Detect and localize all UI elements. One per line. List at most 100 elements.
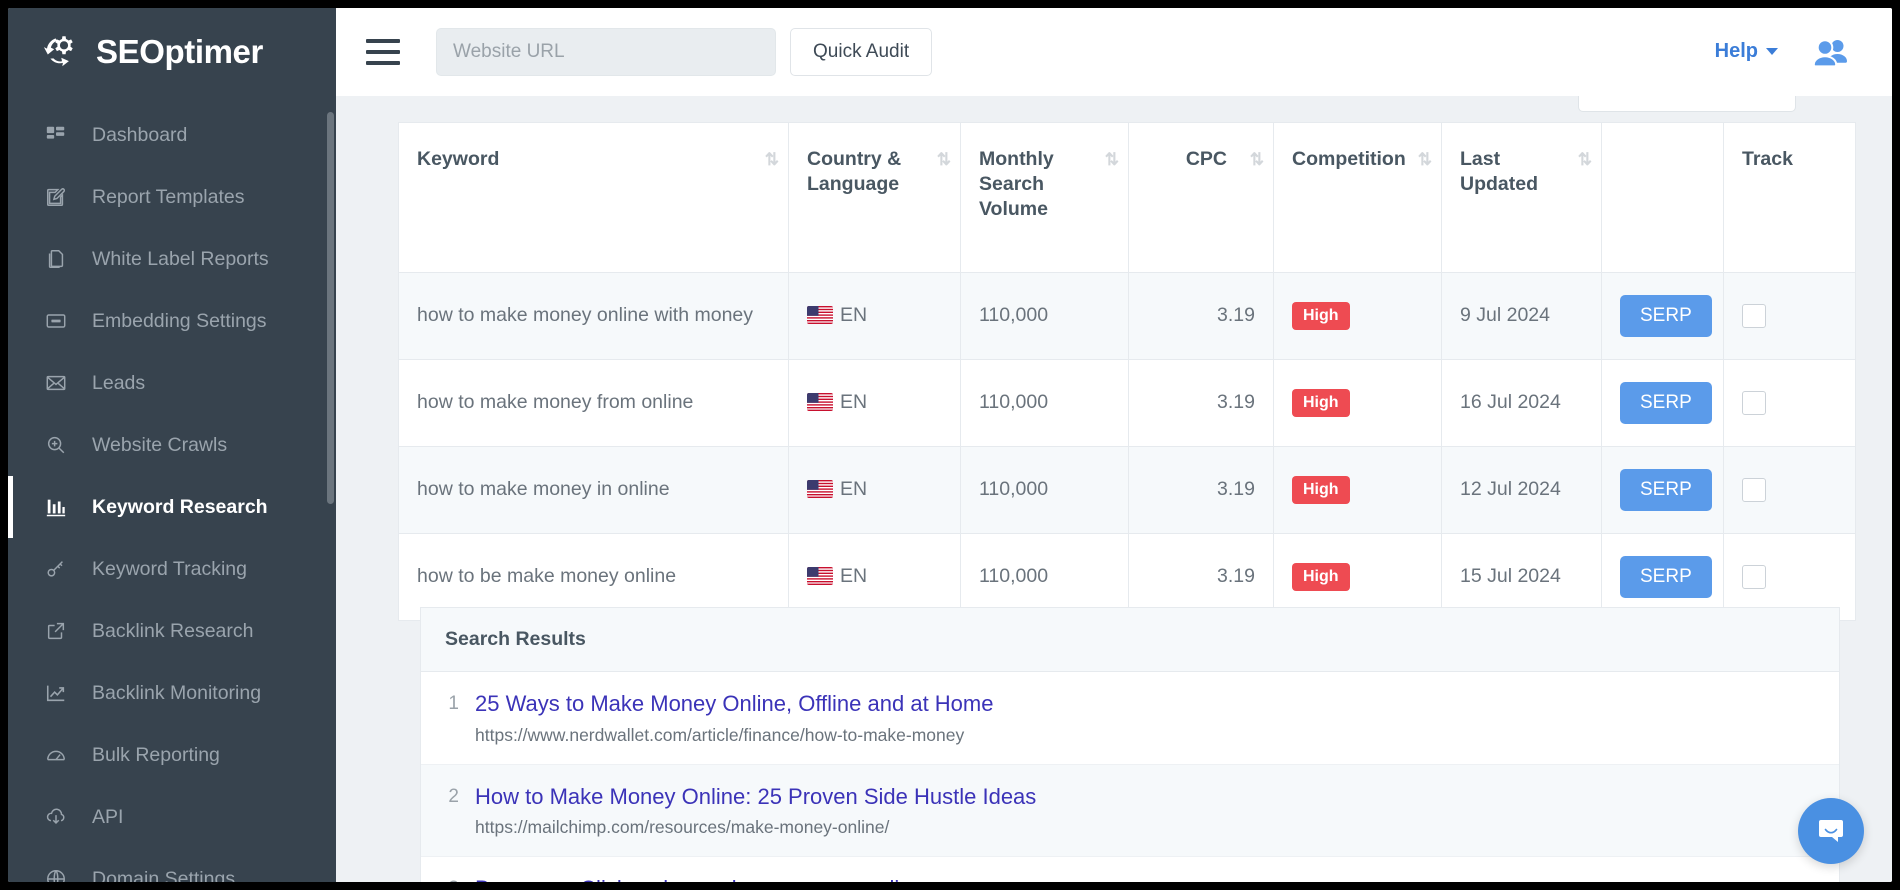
cell-last-updated: 9 Jul 2024 — [1442, 272, 1602, 359]
column-header-monthly-search-volume[interactable]: Monthly Search Volume ⇅ — [961, 123, 1129, 273]
serp-button[interactable]: SERP — [1620, 469, 1712, 511]
cell-competition: High — [1274, 272, 1442, 359]
cell-track — [1724, 272, 1856, 359]
help-label: Help — [1715, 40, 1758, 63]
cell-cpc: 3.19 — [1129, 272, 1274, 359]
sort-updown-icon[interactable]: ⇅ — [937, 149, 948, 171]
status-badge: High — [1292, 476, 1350, 504]
serp-button[interactable]: SERP — [1620, 295, 1712, 337]
result-url: https://mailchimp.com/resources/make-mon… — [475, 817, 1815, 838]
sidebar-item-label: White Label Reports — [92, 248, 269, 271]
sidebar-item-bulk-reporting[interactable]: Bulk Reporting — [8, 724, 336, 786]
track-checkbox[interactable] — [1742, 565, 1766, 589]
sidebar-item-label: Report Templates — [92, 186, 244, 209]
sidebar-item-label: Website Crawls — [92, 434, 227, 457]
language-code: EN — [840, 565, 867, 587]
sort-updown-icon[interactable]: ⇅ — [1578, 149, 1589, 171]
sort-updown-icon[interactable]: ⇅ — [1250, 149, 1261, 171]
sort-updown-icon[interactable]: ⇅ — [1418, 149, 1429, 171]
cell-serp-action: SERP — [1602, 446, 1724, 533]
search-results-panel: Search Results 125 Ways to Make Money On… — [420, 607, 1840, 882]
track-checkbox[interactable] — [1742, 304, 1766, 328]
help-menu[interactable]: Help — [1715, 40, 1778, 63]
column-label: Keyword — [417, 148, 499, 170]
track-checkbox[interactable] — [1742, 478, 1766, 502]
search-result-item: 2How to Make Money Online: 25 Proven Sid… — [421, 765, 1839, 858]
cell-competition: High — [1274, 446, 1442, 533]
cell-keyword: how to make money from online — [399, 359, 789, 446]
table-row: how to make money in onlineEN110,0003.19… — [399, 446, 1856, 533]
partial-filter-input[interactable] — [1578, 96, 1796, 112]
sidebar-item-dashboard[interactable]: Dashboard — [8, 104, 336, 166]
gauge-icon — [44, 743, 68, 767]
cell-serp-action: SERP — [1602, 359, 1724, 446]
cloud-download-icon — [44, 805, 68, 829]
serp-button[interactable]: SERP — [1620, 382, 1712, 424]
result-title-link[interactable]: 25 Ways to Make Money Online, Offline an… — [475, 690, 1815, 718]
users-icon[interactable] — [1812, 37, 1850, 67]
sidebar-item-api[interactable]: API — [8, 786, 336, 848]
header-actions: Help — [1715, 37, 1892, 67]
column-header-keyword[interactable]: Keyword ⇅ — [399, 123, 789, 273]
column-header-actions — [1602, 123, 1724, 273]
result-body: How to Make Money Online: 25 Proven Side… — [475, 783, 1815, 839]
serp-button[interactable]: SERP — [1620, 556, 1712, 598]
cell-cpc: 3.19 — [1129, 359, 1274, 446]
sort-updown-icon[interactable]: ⇅ — [1105, 149, 1116, 171]
cell-last-updated: 16 Jul 2024 — [1442, 359, 1602, 446]
sidebar-item-keyword-research[interactable]: Keyword Research — [8, 476, 336, 538]
sidebar-item-label: Backlink Research — [92, 620, 253, 643]
sidebar-item-label: Embedding Settings — [92, 310, 267, 333]
status-badge: High — [1292, 389, 1350, 417]
sort-updown-icon[interactable]: ⇅ — [765, 149, 776, 171]
column-header-last-updated[interactable]: Last Updated ⇅ — [1442, 123, 1602, 273]
sidebar-item-white-label-reports[interactable]: White Label Reports — [8, 228, 336, 290]
status-badge: High — [1292, 302, 1350, 330]
website-url-input[interactable] — [436, 28, 776, 76]
column-label: CPC — [1186, 148, 1227, 170]
sidebar-item-website-crawls[interactable]: Website Crawls — [8, 414, 336, 476]
table-row: how to make money from onlineEN110,0003.… — [399, 359, 1856, 446]
documents-icon — [44, 247, 68, 271]
keyword-results-table: Keyword ⇅ Country & Language ⇅ Monthly S… — [398, 122, 1856, 621]
cell-serp-action: SERP — [1602, 272, 1724, 359]
us-flag-icon — [807, 480, 833, 498]
sidebar-item-backlink-research[interactable]: Backlink Research — [8, 600, 336, 662]
result-rank: 3 — [439, 875, 459, 882]
column-header-country-language[interactable]: Country & Language ⇅ — [789, 123, 961, 273]
sidebar-item-keyword-tracking[interactable]: Keyword Tracking — [8, 538, 336, 600]
main-content: Keyword ⇅ Country & Language ⇅ Monthly S… — [336, 96, 1892, 882]
column-header-competition[interactable]: Competition ⇅ — [1274, 123, 1442, 273]
sidebar-item-label: Domain Settings — [92, 868, 235, 883]
table-body: how to make money online with moneyEN110… — [399, 272, 1856, 620]
gear-swoosh-logo-icon — [40, 29, 86, 75]
cell-track — [1724, 359, 1856, 446]
cell-keyword: how to make money online with money — [399, 272, 789, 359]
table-header-row: Keyword ⇅ Country & Language ⇅ Monthly S… — [399, 123, 1856, 273]
result-title-link[interactable]: How to Make Money Online: 25 Proven Side… — [475, 783, 1815, 811]
top-header: Quick Audit Help — [336, 8, 1892, 96]
column-label: Monthly Search Volume — [979, 148, 1054, 220]
track-checkbox[interactable] — [1742, 391, 1766, 415]
quick-audit-button[interactable]: Quick Audit — [790, 28, 932, 76]
cell-country-language: EN — [789, 359, 961, 446]
key-icon — [44, 557, 68, 581]
hamburger-icon[interactable] — [366, 39, 400, 65]
sidebar-item-domain-settings[interactable]: Domain Settings — [8, 848, 336, 882]
cell-last-updated: 12 Jul 2024 — [1442, 446, 1602, 533]
result-title-link[interactable]: Become a Clickworker and earn money onli… — [475, 875, 1815, 882]
status-badge: High — [1292, 563, 1350, 591]
chat-bubble-icon[interactable] — [1798, 798, 1864, 864]
result-body: 25 Ways to Make Money Online, Offline an… — [475, 690, 1815, 746]
sidebar-item-report-templates[interactable]: Report Templates — [8, 166, 336, 228]
column-header-cpc[interactable]: CPC ⇅ — [1129, 123, 1274, 273]
sidebar-item-backlink-monitoring[interactable]: Backlink Monitoring — [8, 662, 336, 724]
us-flag-icon — [807, 393, 833, 411]
brand-logo[interactable]: SEOptimer — [8, 8, 336, 96]
sidebar-item-leads[interactable]: Leads — [8, 352, 336, 414]
sidebar-scrollbar-thumb[interactable] — [327, 112, 334, 504]
cell-search-volume: 110,000 — [961, 272, 1129, 359]
sidebar-item-embedding-settings[interactable]: Embedding Settings — [8, 290, 336, 352]
external-link-icon — [44, 619, 68, 643]
search-results-title: Search Results — [421, 608, 1839, 672]
